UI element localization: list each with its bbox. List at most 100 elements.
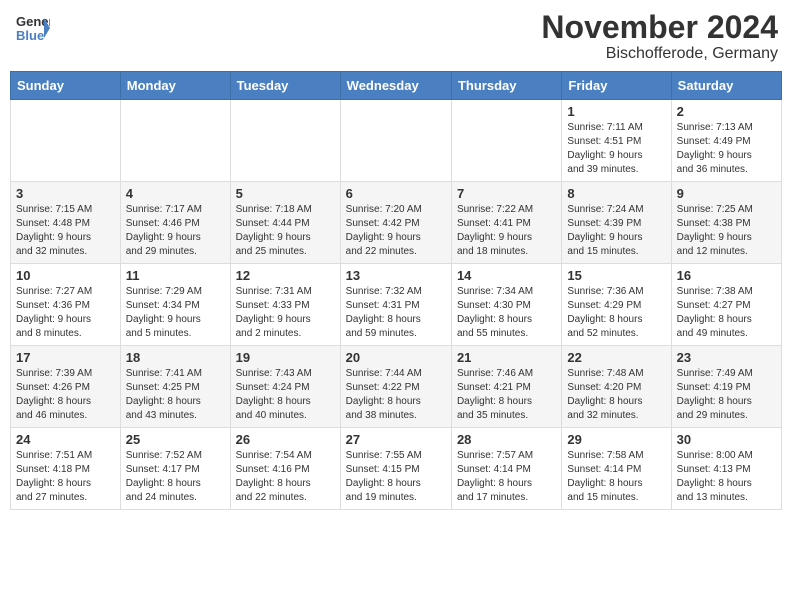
day-number: 11 (126, 268, 225, 283)
day-number: 7 (457, 186, 556, 201)
calendar-cell: 17 Sunrise: 7:39 AM Sunset: 4:26 PM Dayli… (11, 346, 121, 428)
title-section: November 2024 Bischofferode, Germany (541, 10, 778, 63)
month-title: November 2024 (541, 10, 778, 45)
day-number: 21 (457, 350, 556, 365)
weekday-monday: Monday (120, 72, 230, 100)
day-info: Sunrise: 7:34 AM Sunset: 4:30 PM Dayligh… (457, 285, 556, 341)
weekday-saturday: Saturday (671, 72, 781, 100)
day-info: Sunrise: 7:46 AM Sunset: 4:21 PM Dayligh… (457, 367, 556, 423)
day-info: Sunrise: 7:52 AM Sunset: 4:17 PM Dayligh… (126, 449, 225, 505)
week-row-2: 3 Sunrise: 7:15 AM Sunset: 4:48 PM Daylig… (11, 182, 782, 264)
day-number: 8 (567, 186, 665, 201)
day-number: 5 (236, 186, 335, 201)
calendar-cell: 12 Sunrise: 7:31 AM Sunset: 4:33 PM Dayli… (230, 264, 340, 346)
day-number: 19 (236, 350, 335, 365)
calendar-cell: 30Sunrise: 8:00 AM Sunset: 4:13 PM Dayli… (671, 428, 781, 510)
calendar-cell: 26 Sunrise: 7:54 AM Sunset: 4:16 PM Dayli… (230, 428, 340, 510)
day-info: Sunrise: 7:51 AM Sunset: 4:18 PM Dayligh… (16, 449, 115, 505)
calendar-cell: 11Sunrise: 7:29 AM Sunset: 4:34 PM Dayli… (120, 264, 230, 346)
calendar-cell (11, 100, 121, 182)
day-info: Sunrise: 7:49 AM Sunset: 4:19 PM Dayligh… (677, 367, 776, 423)
calendar-cell: 8 Sunrise: 7:24 AM Sunset: 4:39 PM Daylig… (562, 182, 671, 264)
header: General Blue November 2024 Bischofferode… (10, 10, 782, 63)
day-number: 27 (346, 432, 446, 447)
calendar-cell: 27 Sunrise: 7:55 AM Sunset: 4:15 PM Dayli… (340, 428, 451, 510)
weekday-header-row: SundayMondayTuesdayWednesdayThursdayFrid… (11, 72, 782, 100)
day-number: 29 (567, 432, 665, 447)
calendar-cell: 5Sunrise: 7:18 AM Sunset: 4:44 PM Daylig… (230, 182, 340, 264)
day-info: Sunrise: 7:57 AM Sunset: 4:14 PM Dayligh… (457, 449, 556, 505)
calendar-cell: 2 Sunrise: 7:13 AM Sunset: 4:49 PM Daylig… (671, 100, 781, 182)
day-number: 26 (236, 432, 335, 447)
calendar-cell: 3 Sunrise: 7:15 AM Sunset: 4:48 PM Daylig… (11, 182, 121, 264)
calendar-cell: 20Sunrise: 7:44 AM Sunset: 4:22 PM Dayli… (340, 346, 451, 428)
weekday-sunday: Sunday (11, 72, 121, 100)
calendar-cell (230, 100, 340, 182)
day-number: 9 (677, 186, 776, 201)
week-row-1: 1 Sunrise: 7:11 AM Sunset: 4:51 PM Daylig… (11, 100, 782, 182)
day-number: 28 (457, 432, 556, 447)
calendar-cell: 19 Sunrise: 7:43 AM Sunset: 4:24 PM Dayli… (230, 346, 340, 428)
weekday-tuesday: Tuesday (230, 72, 340, 100)
day-info: Sunrise: 7:15 AM Sunset: 4:48 PM Dayligh… (16, 203, 115, 259)
calendar-cell: 21 Sunrise: 7:46 AM Sunset: 4:21 PM Dayli… (451, 346, 561, 428)
weekday-wednesday: Wednesday (340, 72, 451, 100)
day-info: Sunrise: 7:38 AM Sunset: 4:27 PM Dayligh… (677, 285, 776, 341)
day-info: Sunrise: 7:54 AM Sunset: 4:16 PM Dayligh… (236, 449, 335, 505)
calendar-cell: 15Sunrise: 7:36 AM Sunset: 4:29 PM Dayli… (562, 264, 671, 346)
location-title: Bischofferode, Germany (541, 45, 778, 63)
day-number: 10 (16, 268, 115, 283)
day-number: 14 (457, 268, 556, 283)
day-number: 6 (346, 186, 446, 201)
day-info: Sunrise: 7:39 AM Sunset: 4:26 PM Dayligh… (16, 367, 115, 423)
day-number: 24 (16, 432, 115, 447)
calendar-cell: 24 Sunrise: 7:51 AM Sunset: 4:18 PM Dayli… (11, 428, 121, 510)
calendar-cell: 13Sunrise: 7:32 AM Sunset: 4:31 PM Dayli… (340, 264, 451, 346)
day-info: Sunrise: 7:22 AM Sunset: 4:41 PM Dayligh… (457, 203, 556, 259)
calendar-cell: 18Sunrise: 7:41 AM Sunset: 4:25 PM Dayli… (120, 346, 230, 428)
day-info: Sunrise: 7:27 AM Sunset: 4:36 PM Dayligh… (16, 285, 115, 341)
day-number: 3 (16, 186, 115, 201)
week-row-3: 10 Sunrise: 7:27 AM Sunset: 4:36 PM Dayli… (11, 264, 782, 346)
day-number: 12 (236, 268, 335, 283)
calendar-cell: 29 Sunrise: 7:58 AM Sunset: 4:14 PM Dayli… (562, 428, 671, 510)
calendar-cell (120, 100, 230, 182)
day-number: 22 (567, 350, 665, 365)
day-info: Sunrise: 7:41 AM Sunset: 4:25 PM Dayligh… (126, 367, 225, 423)
day-info: Sunrise: 7:20 AM Sunset: 4:42 PM Dayligh… (346, 203, 446, 259)
calendar-cell (340, 100, 451, 182)
calendar-cell: 16 Sunrise: 7:38 AM Sunset: 4:27 PM Dayli… (671, 264, 781, 346)
day-info: Sunrise: 7:31 AM Sunset: 4:33 PM Dayligh… (236, 285, 335, 341)
weekday-thursday: Thursday (451, 72, 561, 100)
day-info: Sunrise: 7:43 AM Sunset: 4:24 PM Dayligh… (236, 367, 335, 423)
calendar-cell: 25 Sunrise: 7:52 AM Sunset: 4:17 PM Dayli… (120, 428, 230, 510)
day-number: 25 (126, 432, 225, 447)
calendar-cell: 6 Sunrise: 7:20 AM Sunset: 4:42 PM Daylig… (340, 182, 451, 264)
day-info: Sunrise: 7:36 AM Sunset: 4:29 PM Dayligh… (567, 285, 665, 341)
day-number: 2 (677, 104, 776, 119)
calendar-cell: 14 Sunrise: 7:34 AM Sunset: 4:30 PM Dayli… (451, 264, 561, 346)
calendar-cell: 23Sunrise: 7:49 AM Sunset: 4:19 PM Dayli… (671, 346, 781, 428)
calendar: SundayMondayTuesdayWednesdayThursdayFrid… (10, 71, 782, 510)
calendar-cell: 4Sunrise: 7:17 AM Sunset: 4:46 PM Daylig… (120, 182, 230, 264)
day-number: 1 (567, 104, 665, 119)
day-info: Sunrise: 7:24 AM Sunset: 4:39 PM Dayligh… (567, 203, 665, 259)
day-info: Sunrise: 7:25 AM Sunset: 4:38 PM Dayligh… (677, 203, 776, 259)
svg-text:Blue: Blue (16, 28, 44, 43)
day-info: Sunrise: 7:44 AM Sunset: 4:22 PM Dayligh… (346, 367, 446, 423)
calendar-cell: 9 Sunrise: 7:25 AM Sunset: 4:38 PM Daylig… (671, 182, 781, 264)
day-number: 16 (677, 268, 776, 283)
day-number: 30 (677, 432, 776, 447)
day-number: 17 (16, 350, 115, 365)
day-info: Sunrise: 7:32 AM Sunset: 4:31 PM Dayligh… (346, 285, 446, 341)
day-info: Sunrise: 7:17 AM Sunset: 4:46 PM Dayligh… (126, 203, 225, 259)
week-row-5: 24 Sunrise: 7:51 AM Sunset: 4:18 PM Dayli… (11, 428, 782, 510)
day-info: Sunrise: 7:55 AM Sunset: 4:15 PM Dayligh… (346, 449, 446, 505)
day-info: Sunrise: 7:13 AM Sunset: 4:49 PM Dayligh… (677, 121, 776, 177)
calendar-cell: 28 Sunrise: 7:57 AM Sunset: 4:14 PM Dayli… (451, 428, 561, 510)
calendar-cell: 10 Sunrise: 7:27 AM Sunset: 4:36 PM Dayli… (11, 264, 121, 346)
day-info: Sunrise: 7:58 AM Sunset: 4:14 PM Dayligh… (567, 449, 665, 505)
day-info: Sunrise: 7:11 AM Sunset: 4:51 PM Dayligh… (567, 121, 665, 177)
week-row-4: 17 Sunrise: 7:39 AM Sunset: 4:26 PM Dayli… (11, 346, 782, 428)
calendar-cell (451, 100, 561, 182)
